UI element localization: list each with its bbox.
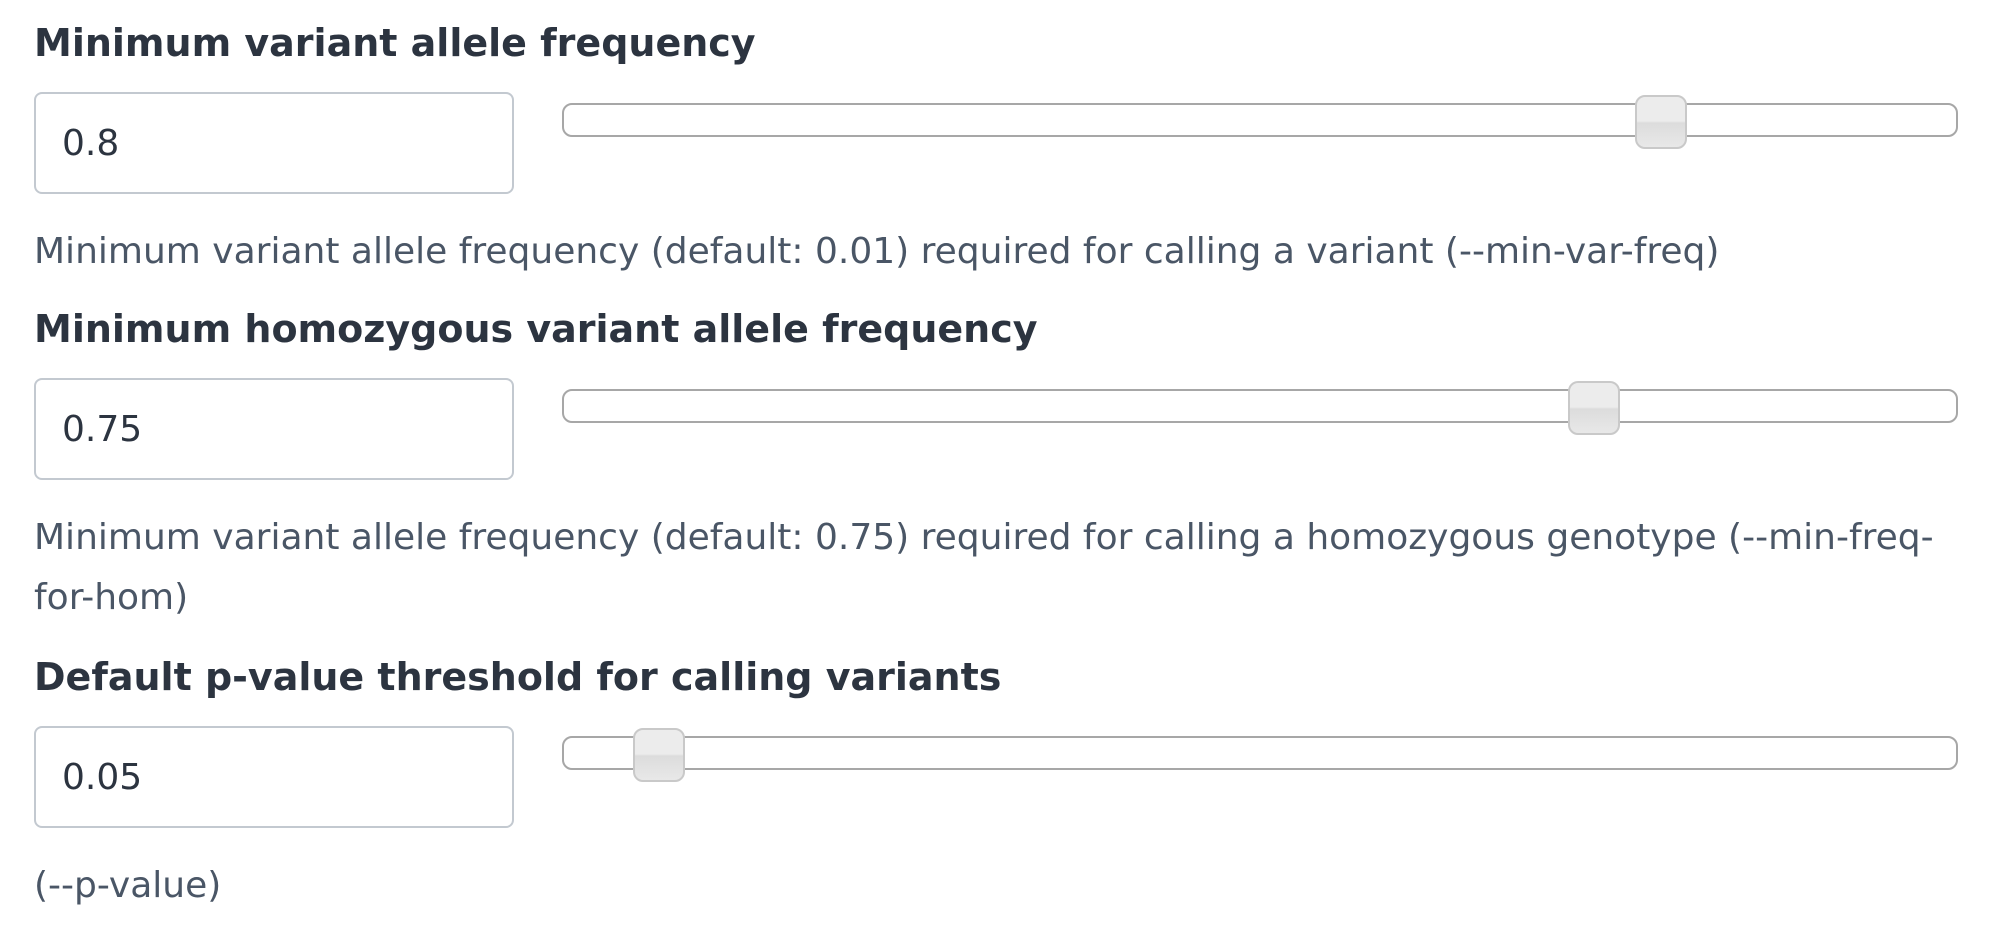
param-label: Minimum homozygous variant allele freque… (34, 307, 1038, 351)
help-text: (--p-value) (34, 865, 222, 906)
param-min-freq-for-hom: Minimum homozygous variant allele freque… (34, 290, 1958, 640)
help-text: Minimum variant allele frequency (defaul… (34, 231, 1720, 272)
min-freq-for-hom-slider[interactable] (562, 381, 1958, 435)
slider-handle[interactable] (1634, 95, 1687, 149)
param-min-var-freq: Minimum variant allele frequency Minimum… (34, 0, 1958, 290)
help-text: Minimum variant allele frequency (defaul… (34, 517, 1934, 618)
slider-handle[interactable] (632, 728, 685, 782)
param-label: Minimum variant allele frequency (34, 21, 756, 65)
min-freq-for-hom-input[interactable] (34, 378, 514, 480)
p-value-input[interactable] (34, 726, 514, 828)
p-value-slider[interactable] (562, 728, 1958, 782)
slider-handle[interactable] (1568, 381, 1620, 435)
param-p-value: Default p-value threshold for calling va… (34, 640, 1958, 925)
min-var-freq-slider[interactable] (562, 95, 1958, 149)
parameter-form: Minimum variant allele frequency Minimum… (0, 0, 1992, 925)
min-var-freq-input[interactable] (34, 92, 514, 194)
param-label: Default p-value threshold for calling va… (34, 655, 1002, 699)
